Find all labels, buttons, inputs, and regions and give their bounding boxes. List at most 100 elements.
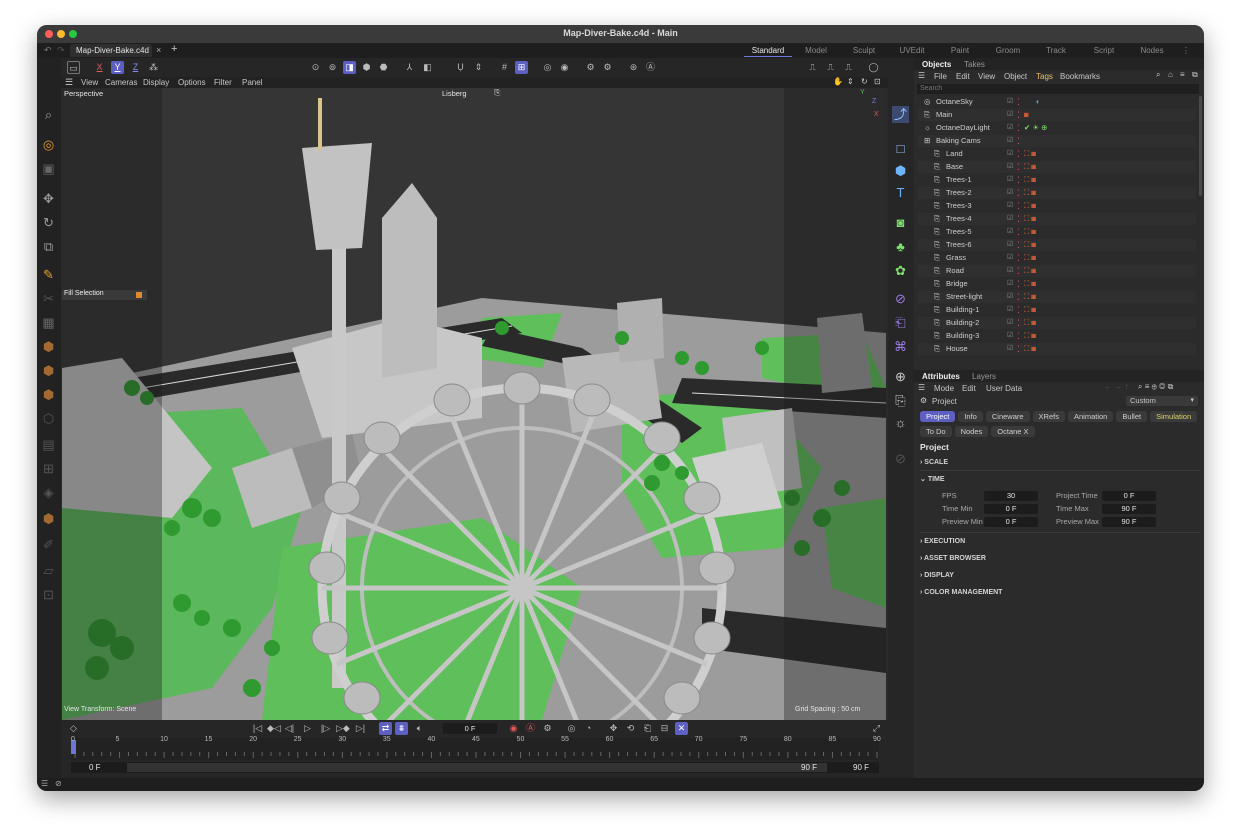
menu-filter[interactable]: Filter [214, 78, 232, 87]
render-dots-icon[interactable]: ⁚ [1017, 200, 1020, 212]
check-tag-icon[interactable]: ✔ ☀ ⊕ [1024, 122, 1047, 134]
object-row[interactable]: ⎘ Building-1 ☑ ⁚ ⛶ ◙ [918, 304, 1196, 316]
visibility-toggle-icon[interactable]: ☑ [1007, 265, 1013, 277]
edges-mode-icon[interactable]: ⬢ [40, 338, 57, 355]
range-end-field[interactable]: 90 F [853, 763, 869, 772]
ripple-icon[interactable]: ✕ [675, 722, 688, 735]
object-row[interactable]: ⎘ Trees-4 ☑ ⁚ ⛶ ◙ [918, 213, 1196, 225]
objects-search-icon[interactable]: ⌕ [1156, 70, 1160, 80]
pan-view-icon[interactable]: ✋ [833, 77, 843, 86]
tab-attributes[interactable]: Attributes [922, 372, 960, 381]
z-axis-lock-button[interactable]: Z [129, 61, 142, 74]
chip-animation[interactable]: Animation [1067, 411, 1114, 422]
loop-icon[interactable]: ⇄ [379, 722, 392, 735]
layout-groom[interactable]: Groom [984, 45, 1032, 57]
coordinate-system-icon[interactable]: ⁂ [147, 61, 160, 74]
field-icon[interactable]: ⌘ [892, 338, 909, 355]
layout-model[interactable]: Model [792, 45, 840, 57]
objects-menu-bookmarks[interactable]: Bookmarks [1060, 72, 1100, 81]
prev-frame-icon[interactable]: ◁| [283, 722, 296, 735]
layout-uvedit[interactable]: UVEdit [888, 45, 936, 57]
objects-scrollbar[interactable] [1199, 96, 1202, 196]
objects-home-icon[interactable]: ⌂ [1168, 70, 1173, 79]
active-tool-icon[interactable]: ◨ [343, 61, 356, 74]
preview-max-field[interactable]: 90 F [1102, 517, 1156, 527]
visibility-toggle-icon[interactable]: ☑ [1007, 239, 1013, 251]
layout-nodes[interactable]: Nodes [1128, 45, 1176, 57]
render-region-icon[interactable]: ◎ [541, 61, 554, 74]
object-row[interactable]: ⎘ Grass ☑ ⁚ ⛶ ◙ [918, 252, 1196, 264]
keyframe-icon[interactable]: ◇ [67, 722, 80, 735]
render-dots-icon[interactable]: ⁚ [1017, 239, 1020, 251]
viewport-hamburger-icon[interactable]: ☰ [65, 77, 73, 88]
prev-key-icon[interactable]: ◆◁ [267, 722, 281, 735]
more-menu-icon[interactable]: ⋮ [1176, 45, 1196, 57]
light-object-icon[interactable]: ☼ [892, 414, 909, 431]
render-dots-icon[interactable]: ⁚ [1017, 187, 1020, 199]
redo-icon[interactable]: ↷ [57, 45, 65, 56]
add-tab-button[interactable]: + [171, 43, 177, 55]
camera-icon[interactable]: ⎘ [494, 88, 500, 98]
uv-mode-icon[interactable]: ⬢ [40, 386, 57, 403]
visibility-toggle-icon[interactable]: ☑ [1007, 213, 1013, 225]
render-dots-icon[interactable]: ⁚ [1017, 278, 1020, 290]
objects-filter-icon[interactable]: ≡ [1180, 70, 1185, 79]
spline-icon[interactable]: ⎗ [892, 314, 909, 331]
chip-bullet[interactable]: Bullet [1116, 411, 1148, 422]
octane-camera-tag-icon[interactable]: ⛶ ◙ [1024, 304, 1036, 316]
knife-icon[interactable]: ✂ [40, 290, 57, 307]
chip-info[interactable]: Info [958, 411, 983, 422]
record-icon[interactable]: ◉ [507, 722, 520, 735]
render-dots-icon[interactable]: ⁚ [1017, 226, 1020, 238]
snap-enabled-icon[interactable]: ⊞ [515, 61, 528, 74]
document-tab[interactable]: Map-Diver-Bake.c4d × [70, 44, 161, 57]
generator-icon[interactable]: ⬣ [377, 61, 390, 74]
go-to-start-icon[interactable]: |◁ [251, 722, 264, 735]
timeline-toggle-icon[interactable]: ⊟ [658, 722, 671, 735]
user-icon[interactable]: ◯ [867, 61, 880, 74]
object-row[interactable]: ⎘ Trees-3 ☑ ⁚ ⛶ ◙ [918, 200, 1196, 212]
tab-objects[interactable]: Objects [922, 60, 951, 69]
chip-cineware[interactable]: Cineware [985, 411, 1030, 422]
param-key-icon[interactable]: ✥ [607, 722, 620, 735]
maximize-view-icon[interactable]: ⊡ [874, 77, 881, 86]
search-icon[interactable]: ⌕ [40, 106, 57, 123]
orbit-view-icon[interactable]: ↻ [861, 77, 868, 86]
environment-icon[interactable]: ⊕ [892, 368, 909, 385]
sky-tag-icon[interactable]: ◐ [1036, 96, 1041, 108]
visibility-toggle-icon[interactable]: ☑ [1007, 200, 1013, 212]
tab-layers[interactable]: Layers [972, 372, 996, 381]
octane-camera-tag-icon[interactable]: ⛶ ◙ [1024, 265, 1036, 277]
render-dots-icon[interactable]: ⁚ [1017, 148, 1020, 160]
y-axis-lock-button[interactable]: Y [111, 61, 124, 74]
mirror-icon[interactable]: ⇕ [472, 61, 485, 74]
octane-camera-tag-icon[interactable]: ⛶ ◙ [1024, 343, 1036, 355]
bake-icon[interactable]: ⊛ [627, 61, 640, 74]
octane-camera-tag-icon[interactable]: ⛶ ◙ [1024, 239, 1036, 251]
time-min-field[interactable]: 0 F [984, 504, 1038, 514]
next-key-icon[interactable]: ▷◆ [336, 722, 350, 735]
cube-primitive-icon[interactable]: ⊙ [309, 61, 322, 74]
object-row[interactable]: ⎘ Land ☑ ⁚ ⛶ ◙ [918, 148, 1196, 160]
objects-popout-icon[interactable]: ⧉ [1192, 70, 1198, 80]
render-dots-icon[interactable]: ⁚ [1017, 265, 1020, 277]
menu-options[interactable]: Options [178, 78, 206, 87]
object-row[interactable]: ◎ OctaneSky ☑ ⁚ ◐ [918, 96, 1196, 108]
sound-icon[interactable]: 🔈︎ [413, 722, 426, 735]
visibility-toggle-icon[interactable]: ☑ [1007, 330, 1013, 342]
chip-nodes[interactable]: Nodes [954, 426, 989, 437]
texture-mode-icon[interactable]: ▤ [40, 436, 57, 453]
visibility-toggle-icon[interactable]: ☑ [1007, 343, 1013, 355]
object-row[interactable]: ⊞ Baking Cams ☑ ⁚ [918, 135, 1196, 147]
disabled-tool-icon[interactable]: ⊘ [892, 450, 909, 467]
render-dots-icon[interactable]: ⁚ [1017, 109, 1020, 121]
visibility-toggle-icon[interactable]: ☑ [1007, 252, 1013, 264]
fps-field[interactable]: 30 [984, 491, 1038, 501]
select-icon[interactable]: ▣ [40, 160, 57, 177]
next-frame-icon[interactable]: |▷ [319, 722, 332, 735]
material-icon[interactable]: ◧ [421, 61, 434, 74]
chip-octane-x[interactable]: Octane X [991, 426, 1035, 437]
rotate-icon[interactable]: ↻ [40, 214, 57, 231]
points-mode-icon[interactable]: ▦ [40, 314, 57, 331]
object-row[interactable]: ⎘ Trees-1 ☑ ⁚ ⛶ ◙ [918, 174, 1196, 186]
